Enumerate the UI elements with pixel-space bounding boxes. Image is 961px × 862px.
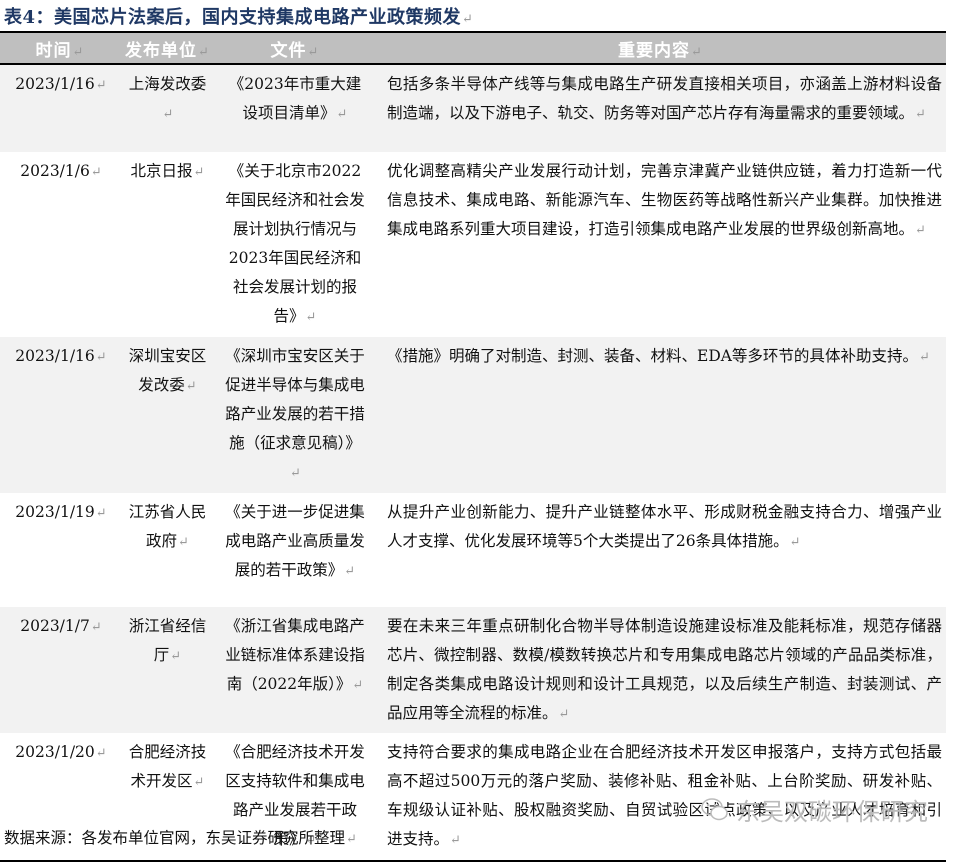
table-row: 2023/1/6 北京日报 《关于北京市2022年国民经济和社会发展计划执行情况与2… <box>0 152 946 337</box>
cell-doc: 《浙江省集成电路产业链标准体系建设指南（2022年版）》 <box>215 607 375 733</box>
content-text: 包括多条半导体产线等与集成电路生产研发直接相关项目，亦涵盖上游材料设备制造端，以… <box>387 75 942 122</box>
time-text: 2023/1/16 <box>15 347 106 365</box>
unit-text: 江苏省人民政府 <box>129 503 207 550</box>
unit-text: 浙江省经信厅 <box>129 617 207 664</box>
content-text: 优化调整高精尖产业发展行动计划，完善京津冀产业链供应链，着力打造新一代信息技术、… <box>387 162 942 238</box>
unit-text: 合肥经济技术开发区 <box>129 743 207 790</box>
table-title: 表4：美国芯片法案后，国内支持集成电路产业政策频发 <box>4 3 473 29</box>
content-text: 从提升产业创新能力、提升产业链整体水平、形成财税金融支持合力、增强产业人才支撑、… <box>387 503 942 550</box>
cell-time: 2023/1/7 <box>0 607 120 733</box>
cell-doc: 《2023年市重大建设项目清单》 <box>215 64 375 152</box>
wechat-icon <box>701 797 728 820</box>
cell-unit: 浙江省经信厅 <box>120 607 215 733</box>
cell-doc: 《深圳市宝安区关于促进半导体与集成电路产业发展的若干措施（征求意见稿）》 <box>215 337 375 493</box>
policy-table: 时间 发布单位 文件 重要内容 2023/1/16 上海发改委《2023年市重大建… <box>0 31 946 862</box>
time-text: 2023/1/19 <box>15 503 106 521</box>
cell-content: 包括多条半导体产线等与集成电路生产研发直接相关项目，亦涵盖上游材料设备制造端，以… <box>375 64 946 152</box>
header-content: 重要内容 <box>375 32 946 64</box>
header-time: 时间 <box>0 32 120 64</box>
header-doc: 文件 <box>215 32 375 64</box>
doc-text: 《关于北京市2022年国民经济和社会发展计划执行情况与2023年国民经济和社会发… <box>225 162 365 325</box>
doc-text: 《2023年市重大建设项目清单》 <box>229 75 361 122</box>
cell-time: 2023/1/19 <box>0 493 120 607</box>
table-row: 2023/1/7 浙江省经信厅《浙江省集成电路产业链标准体系建设指南（2022年版… <box>0 607 946 733</box>
cell-time: 2023/1/6 <box>0 152 120 337</box>
time-text: 2023/1/16 <box>15 75 106 93</box>
source-note: 数据来源：各发布单位官网，东吴证券研究所整理 <box>4 826 357 848</box>
cell-content: 要在未来三年重点研制化合物半导体制造设施建设标准及能耗标准，规范存储器芯片、微控… <box>375 607 946 733</box>
unit-text: 北京日报 <box>131 162 205 180</box>
watermark-text: 东吴双碳环保研究 <box>736 798 928 826</box>
unit-text: 深圳宝安区发改委 <box>129 347 207 394</box>
doc-text: 《关于进一步促进集成电路产业高质量发展的若干政策》 <box>225 503 365 579</box>
content-text: 《措施》明确了对制造、封测、装备、材料、EDA等多环节的具体补助支持。 <box>387 347 930 365</box>
cell-content: 从提升产业创新能力、提升产业链整体水平、形成财税金融支持合力、增强产业人才支撑、… <box>375 493 946 607</box>
content-text: 要在未来三年重点研制化合物半导体制造设施建设标准及能耗标准，规范存储器芯片、微控… <box>387 617 942 722</box>
cell-doc: 《关于北京市2022年国民经济和社会发展计划执行情况与2023年国民经济和社会发… <box>215 152 375 337</box>
time-text: 2023/1/6 <box>20 162 102 180</box>
table-header-row: 时间 发布单位 文件 重要内容 <box>0 32 946 64</box>
time-text: 2023/1/20 <box>15 743 106 761</box>
table-row: 2023/1/16 深圳宝安区发改委《深圳市宝安区关于促进半导体与集成电路产业发展… <box>0 337 946 493</box>
doc-text: 《浙江省集成电路产业链标准体系建设指南（2022年版）》 <box>225 617 365 693</box>
cell-unit: 深圳宝安区发改委 <box>120 337 215 493</box>
cell-unit: 上海发改委 <box>120 64 215 152</box>
cell-doc: 《关于进一步促进集成电路产业高质量发展的若干政策》 <box>215 493 375 607</box>
watermark: 东吴双碳环保研究 <box>700 792 928 827</box>
unit-text: 上海发改委 <box>129 75 207 122</box>
time-text: 2023/1/7 <box>20 617 102 635</box>
cell-time: 2023/1/16 <box>0 337 120 493</box>
cell-unit: 北京日报 <box>120 152 215 337</box>
table-row: 2023/1/19 江苏省人民政府《关于进一步促进集成电路产业高质量发展的若干政策… <box>0 493 946 607</box>
doc-text: 《深圳市宝安区关于促进半导体与集成电路产业发展的若干措施（征求意见稿）》 <box>225 347 365 481</box>
cell-time: 2023/1/16 <box>0 64 120 152</box>
cell-content: 《措施》明确了对制造、封测、装备、材料、EDA等多环节的具体补助支持。 <box>375 337 946 493</box>
cell-content: 优化调整高精尖产业发展行动计划，完善京津冀产业链供应链，着力打造新一代信息技术、… <box>375 152 946 337</box>
cell-unit: 江苏省人民政府 <box>120 493 215 607</box>
table-row: 2023/1/16 上海发改委《2023年市重大建设项目清单》包括多条半导体产线等… <box>0 64 946 152</box>
header-unit: 发布单位 <box>120 32 215 64</box>
